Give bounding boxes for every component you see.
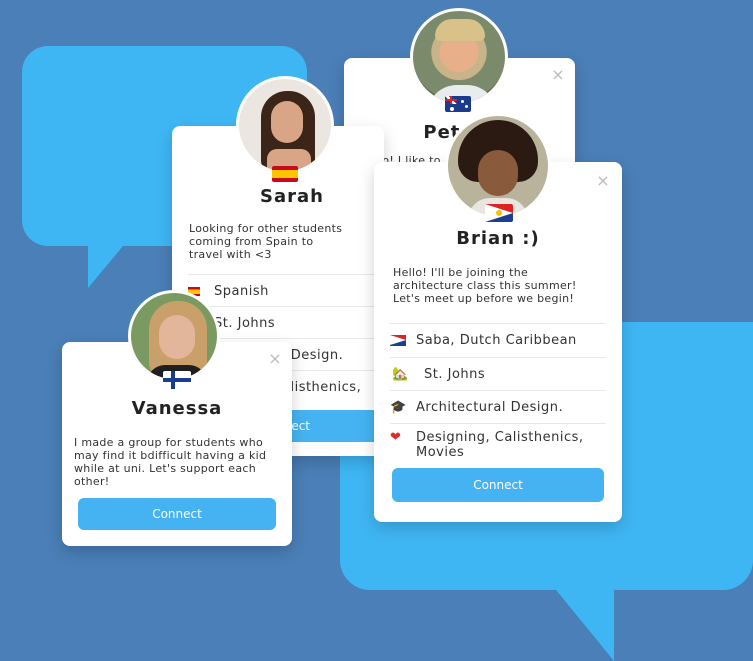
study-row: 🎓 Architectural Design.	[390, 390, 606, 423]
profile-name: Vanessa	[131, 398, 223, 419]
profile-name: Brian :)	[456, 228, 540, 249]
language-row: Spanish	[188, 274, 384, 307]
heart-icon: ❤	[390, 430, 402, 445]
avatar-sarah	[236, 76, 334, 174]
graduation-cap-icon: 🎓	[390, 399, 407, 415]
australia-flag-icon	[445, 96, 471, 112]
spain-flag-icon	[272, 166, 298, 182]
profile-bio: I made a group for students who may find…	[74, 436, 267, 488]
connect-button[interactable]: Connect	[78, 498, 276, 530]
saba-flag-icon	[485, 204, 513, 222]
interests-row: ❤ Designing, Calisthenics, Movies	[390, 423, 606, 463]
close-icon[interactable]: ×	[596, 173, 610, 189]
profile-bio: Hello! I'll be joining the architecture …	[393, 266, 577, 305]
profile-bio: Looking for other students coming from S…	[189, 222, 343, 261]
country-row: Saba, Dutch Caribbean	[390, 323, 606, 356]
avatar-vanessa	[128, 290, 220, 382]
speech-bubble-left-tail	[88, 240, 128, 288]
close-icon[interactable]: ×	[268, 351, 282, 367]
location-row: 🏡 St. Johns	[390, 357, 606, 390]
saba-flag-icon	[390, 333, 416, 348]
speech-bubble-right-tail	[552, 585, 614, 661]
finland-flag-icon	[163, 371, 191, 389]
close-icon[interactable]: ×	[551, 67, 565, 83]
avatar-peter	[410, 8, 508, 106]
house-icon: 🏡	[392, 366, 409, 382]
connect-button[interactable]: Connect	[392, 468, 604, 502]
